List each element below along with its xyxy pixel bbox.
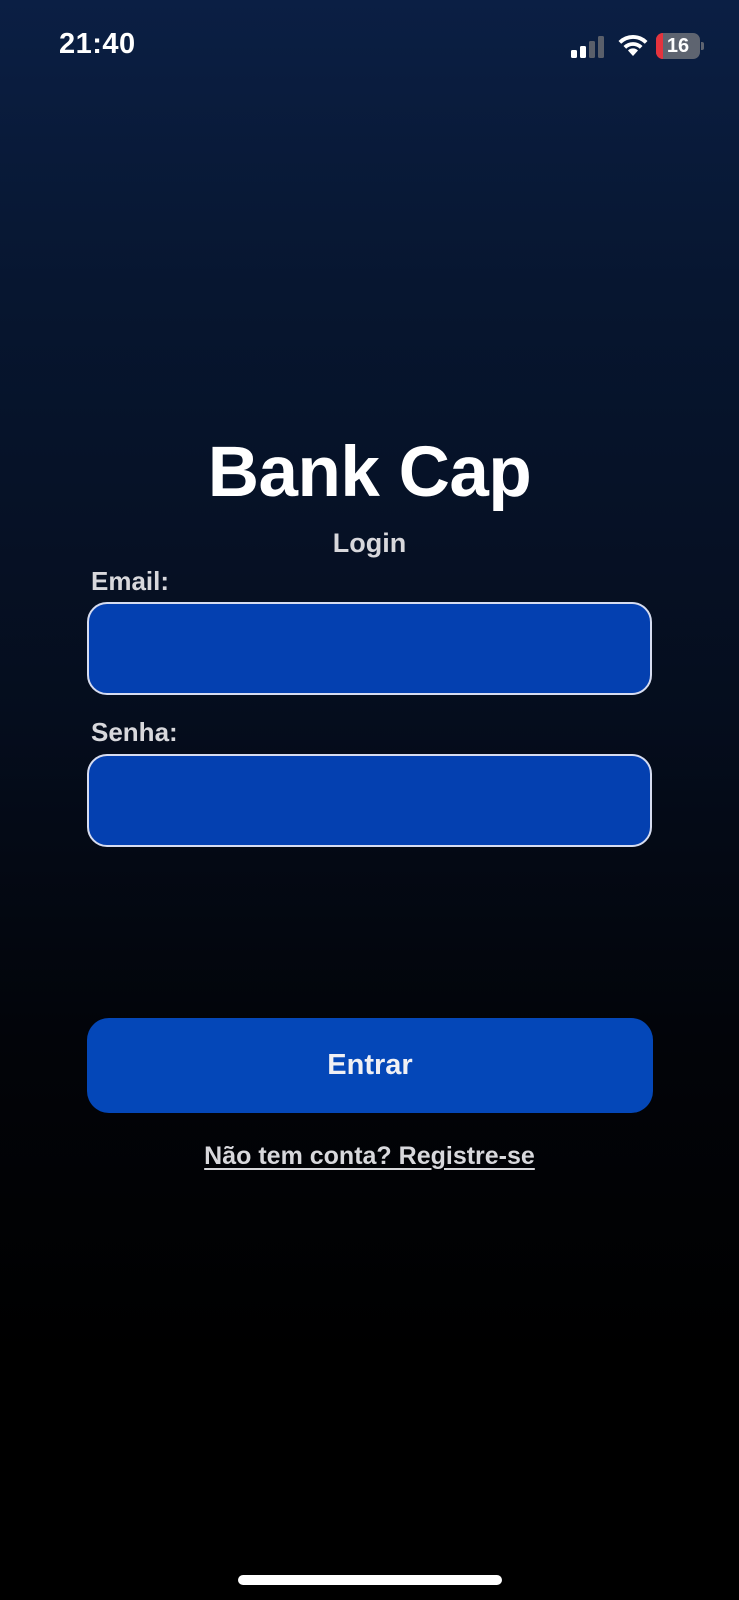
app-title: Bank Cap [207, 433, 532, 512]
email-field[interactable] [87, 602, 652, 695]
battery-cap [701, 42, 704, 50]
battery-icon: 16 [656, 33, 704, 59]
signal-icon [571, 36, 604, 58]
password-field[interactable] [87, 754, 652, 847]
login-button[interactable]: Entrar [87, 1018, 653, 1113]
email-label: Email: [91, 566, 170, 596]
status-bar: 21:40 16 [0, 0, 739, 95]
battery-level: 16 [666, 35, 690, 57]
wifi-icon [618, 34, 648, 56]
battery-body: 16 [656, 33, 700, 59]
status-time: 21:40 [59, 28, 136, 60]
password-label: Senha: [91, 717, 178, 747]
home-indicator[interactable] [238, 1575, 502, 1585]
page-subtitle: Login [332, 528, 407, 558]
register-link[interactable]: Não tem conta? Registre-se [0, 1142, 739, 1171]
